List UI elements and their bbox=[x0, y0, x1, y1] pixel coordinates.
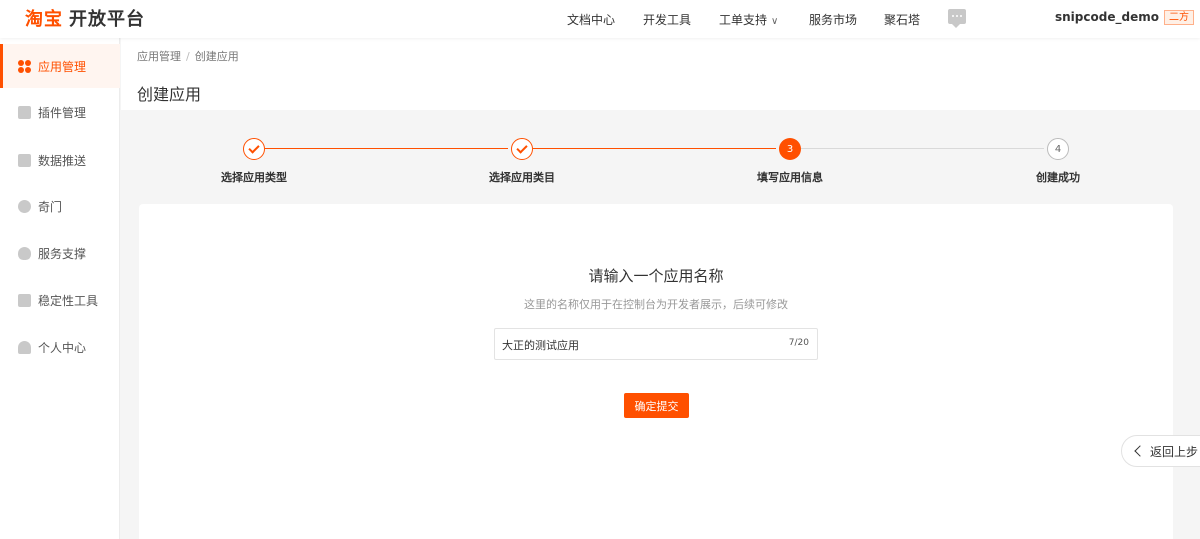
tool-icon bbox=[18, 293, 31, 307]
step-progress: 3 4 选择应用类型 选择应用类目 填写应用信息 创建成功 bbox=[121, 110, 1200, 200]
logo-brand: 淘宝 bbox=[25, 9, 63, 30]
sidebar-item-data-push[interactable]: 数据推送 bbox=[0, 138, 120, 182]
page-title: 创建应用 bbox=[137, 85, 202, 104]
breadcrumb-separator: / bbox=[186, 50, 190, 63]
sidebar-item-label: 奇门 bbox=[38, 199, 63, 214]
person-icon bbox=[18, 340, 31, 354]
sidebar-item-stability-tools[interactable]: 稳定性工具 bbox=[0, 278, 120, 322]
sidebar-item-label: 应用管理 bbox=[38, 59, 87, 74]
content-header: 应用管理 / 创建应用 创建应用 bbox=[121, 38, 1200, 110]
app-name-input[interactable] bbox=[502, 335, 772, 355]
sidebar-item-qimen[interactable]: 奇门 bbox=[0, 184, 120, 228]
step-1-check-icon bbox=[243, 138, 265, 160]
form-title: 请输入一个应用名称 bbox=[588, 267, 724, 285]
sidebar-item-app-management[interactable]: 应用管理 bbox=[0, 44, 120, 88]
char-counter: 7/20 bbox=[788, 338, 809, 348]
username: snipcode_demo bbox=[1055, 10, 1159, 24]
user-menu[interactable]: snipcode_demo二方∨ bbox=[1055, 10, 1200, 25]
sidebar-item-plugin-management[interactable]: 插件管理 bbox=[0, 90, 120, 134]
sidebar-item-label: 服务支撑 bbox=[38, 246, 87, 261]
step-4-number: 4 bbox=[1047, 138, 1069, 160]
heart-icon bbox=[18, 246, 31, 260]
logo-text: 开放平台 bbox=[69, 9, 145, 30]
sidebar-item-label: 数据推送 bbox=[38, 153, 87, 168]
breadcrumb: 应用管理 / 创建应用 bbox=[137, 48, 239, 64]
step-3-number: 3 bbox=[779, 138, 801, 160]
app-name-form-card: 请输入一个应用名称 这里的名称仅用于在控制台为开发者展示，后续可修改 7/20 … bbox=[139, 204, 1173, 539]
logo[interactable]: 淘宝 开放平台 bbox=[25, 5, 145, 31]
data-push-icon bbox=[18, 153, 31, 167]
back-step-label: 返回上步 bbox=[1150, 444, 1199, 459]
back-step-button[interactable]: 返回上步 bbox=[1121, 435, 1200, 467]
step-2-label: 选择应用类目 bbox=[489, 171, 555, 184]
step-connector bbox=[801, 148, 1044, 149]
step-2-check-icon bbox=[511, 138, 533, 160]
nav-service-market[interactable]: 服务市场 bbox=[809, 11, 857, 28]
step-1-label: 选择应用类型 bbox=[221, 171, 287, 184]
breadcrumb-item-current: 创建应用 bbox=[194, 50, 239, 63]
sidebar-item-label: 个人中心 bbox=[38, 340, 87, 355]
apps-grid-icon bbox=[18, 59, 31, 73]
chevron-left-icon bbox=[1134, 445, 1146, 457]
nav-dev-tools[interactable]: 开发工具 bbox=[643, 11, 691, 28]
top-bar: 淘宝 开放平台 文档中心 开发工具 工单支持 ∨ 服务市场 聚石塔 snipcode… bbox=[0, 0, 1200, 38]
step-3-label: 填写应用信息 bbox=[757, 171, 823, 184]
plugin-icon bbox=[18, 105, 31, 119]
chevron-down-icon: ∨ bbox=[771, 16, 779, 27]
breadcrumb-item[interactable]: 应用管理 bbox=[137, 50, 181, 63]
user-tag-badge: 二方 bbox=[1163, 10, 1194, 25]
qimen-icon bbox=[18, 199, 31, 213]
nav-jushita[interactable]: 聚石塔 bbox=[884, 11, 920, 28]
sidebar: 应用管理 插件管理 数据推送 奇门 服务支撑 稳定性工具 个人中心 bbox=[0, 38, 120, 539]
nav-docs[interactable]: 文档中心 bbox=[567, 11, 615, 28]
nav-ticket-support[interactable]: 工单支持 ∨ bbox=[719, 11, 778, 28]
sidebar-item-personal-center[interactable]: 个人中心 bbox=[0, 325, 120, 369]
step-connector bbox=[533, 148, 776, 149]
form-subtitle: 这里的名称仅用于在控制台为开发者展示，后续可修改 bbox=[524, 298, 788, 311]
sidebar-item-label: 插件管理 bbox=[38, 105, 87, 120]
sidebar-item-service-support[interactable]: 服务支撑 bbox=[0, 231, 120, 275]
sidebar-item-label: 稳定性工具 bbox=[38, 293, 99, 308]
nav-ticket-label: 工单支持 bbox=[719, 13, 768, 27]
step-4-label: 创建成功 bbox=[1036, 171, 1080, 184]
message-icon[interactable] bbox=[948, 9, 966, 28]
app-name-field[interactable]: 7/20 bbox=[494, 328, 818, 360]
step-connector bbox=[265, 148, 508, 149]
submit-button[interactable]: 确定提交 bbox=[624, 393, 689, 418]
